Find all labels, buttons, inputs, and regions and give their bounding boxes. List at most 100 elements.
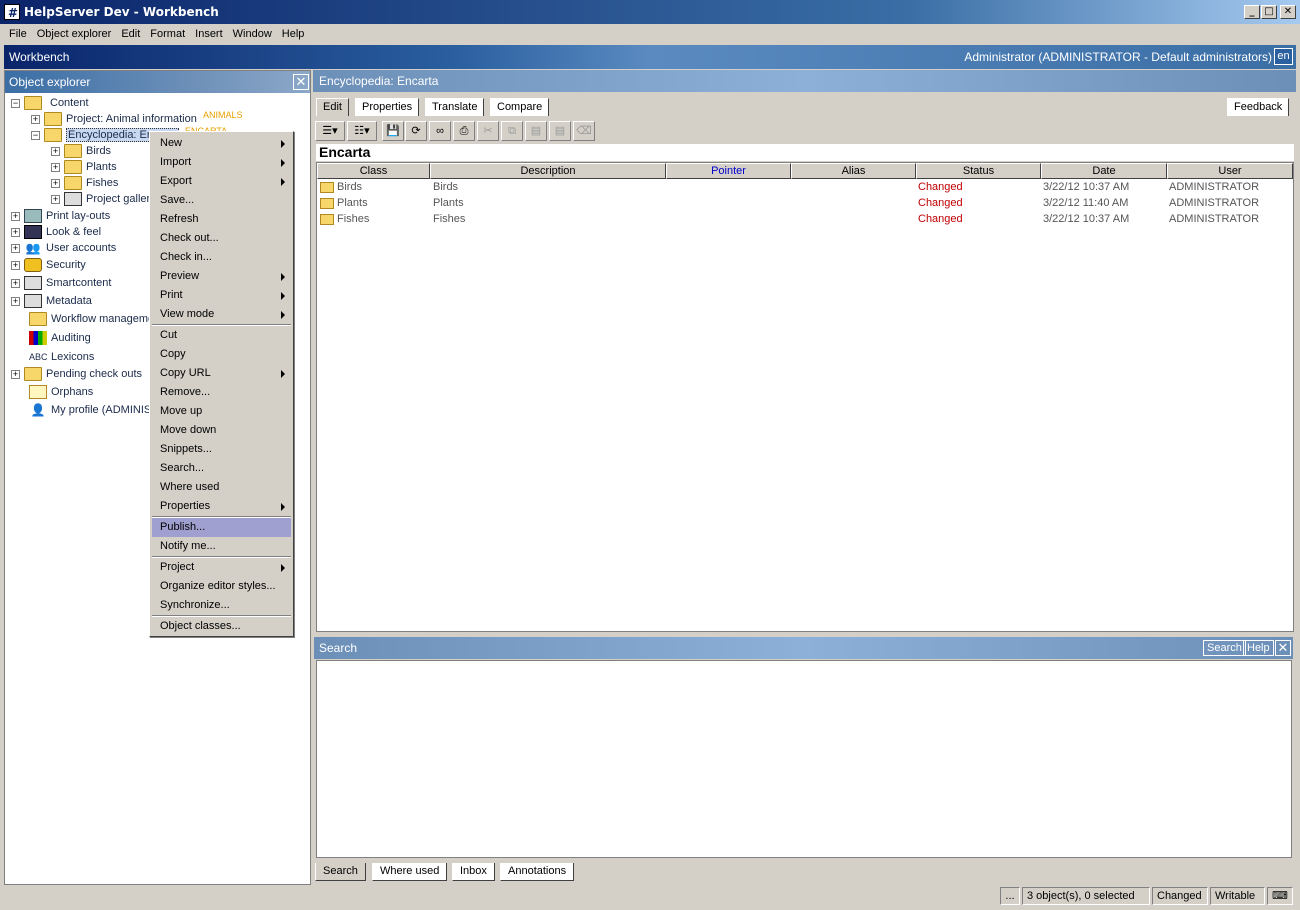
table-row-class[interactable]: Plants: [337, 195, 368, 211]
menu-item-print[interactable]: Print: [152, 286, 291, 305]
tab-compare[interactable]: Compare: [490, 98, 550, 116]
move-down-icon[interactable]: ▤: [549, 121, 571, 141]
copy-icon[interactable]: ⧉: [501, 121, 523, 141]
tree-node-metadata[interactable]: + Metadata: [11, 293, 92, 309]
table-row-class[interactable]: Fishes: [337, 211, 369, 227]
tree-node-look-feel[interactable]: + Look & feel: [11, 224, 101, 240]
menu-insert[interactable]: Insert: [190, 25, 228, 43]
feedback-button[interactable]: Feedback: [1227, 98, 1290, 116]
column-pointer[interactable]: Pointer: [666, 163, 791, 179]
bottom-tab-search[interactable]: Search: [315, 863, 366, 881]
menu-item-refresh[interactable]: Refresh: [152, 210, 291, 229]
menu-item-properties[interactable]: Properties: [152, 497, 291, 516]
bottom-tab-where-used[interactable]: Where used: [372, 863, 448, 881]
menu-item-move-up[interactable]: Move up: [152, 402, 291, 421]
menu-item-object-classes[interactable]: Object classes...: [152, 617, 291, 636]
expand-icon[interactable]: +: [11, 227, 20, 237]
table-row-class[interactable]: Birds: [337, 179, 362, 195]
column-class[interactable]: Class: [317, 163, 430, 179]
menu-item-save[interactable]: Save...: [152, 191, 291, 210]
save-icon[interactable]: 💾: [382, 121, 404, 141]
expand-icon[interactable]: +: [11, 243, 20, 253]
tree-node-smartcontent[interactable]: + Smartcontent: [11, 275, 111, 291]
language-button[interactable]: en: [1274, 48, 1293, 65]
expand-icon[interactable]: +: [51, 178, 60, 188]
expand-icon[interactable]: +: [11, 260, 20, 270]
menu-item-view-mode[interactable]: View mode: [152, 305, 291, 324]
search-results-area[interactable]: [316, 660, 1292, 858]
close-icon[interactable]: ✕: [293, 74, 309, 90]
bottom-tab-annotations[interactable]: Annotations: [500, 863, 575, 881]
tree-node-project-animal[interactable]: + Project: Animal information: [31, 111, 197, 127]
menu-item-publish[interactable]: Publish...: [152, 518, 291, 537]
search-button[interactable]: Search: [1203, 640, 1246, 656]
menu-item-move-down[interactable]: Move down: [152, 421, 291, 440]
delete-icon[interactable]: ⌫: [573, 121, 595, 141]
tree-node-birds[interactable]: + Birds: [51, 143, 111, 159]
move-up-icon[interactable]: ▤: [525, 121, 547, 141]
tree-node-lexicons[interactable]: ABC Lexicons: [29, 349, 94, 365]
menu-item-copy-url[interactable]: Copy URL: [152, 364, 291, 383]
menu-format[interactable]: Format: [145, 25, 190, 43]
menu-item-import[interactable]: Import: [152, 153, 291, 172]
tree-node-auditing[interactable]: Auditing: [29, 330, 91, 346]
expand-icon[interactable]: +: [11, 369, 20, 379]
preview-icon[interactable]: ∞: [429, 121, 451, 141]
menu-item-new[interactable]: New: [152, 134, 291, 153]
tree-node-project-gallery[interactable]: + Project gallery: [51, 191, 156, 207]
menu-edit[interactable]: Edit: [116, 25, 145, 43]
refresh-icon[interactable]: ⟳: [405, 121, 427, 141]
tab-translate[interactable]: Translate: [425, 98, 485, 116]
menu-item-snippets[interactable]: Snippets...: [152, 440, 291, 459]
tree-node-user-accounts[interactable]: + 👥 User accounts: [11, 240, 116, 256]
expand-icon[interactable]: +: [51, 146, 60, 156]
list-view-icon[interactable]: ☰▾: [315, 121, 345, 141]
column-description[interactable]: Description: [430, 163, 666, 179]
tab-properties[interactable]: Properties: [355, 98, 420, 116]
maximize-button[interactable]: □: [1261, 5, 1277, 19]
bottom-tab-inbox[interactable]: Inbox: [452, 863, 495, 881]
keyboard-icon[interactable]: ⌨: [1267, 887, 1293, 905]
outline-view-icon[interactable]: ☷▾: [347, 121, 377, 141]
collapse-icon[interactable]: −: [11, 98, 20, 108]
expand-icon[interactable]: +: [31, 114, 40, 124]
tab-edit[interactable]: Edit: [316, 98, 349, 116]
menu-item-project[interactable]: Project: [152, 558, 291, 577]
menu-item-check-out[interactable]: Check out...: [152, 229, 291, 248]
tree-node-orphans[interactable]: Orphans: [29, 384, 93, 400]
minimize-button[interactable]: _: [1244, 5, 1260, 19]
menu-file[interactable]: File: [4, 25, 32, 43]
tree-node-plants[interactable]: + Plants: [51, 159, 117, 175]
expand-icon[interactable]: +: [51, 162, 60, 172]
menu-item-search[interactable]: Search...: [152, 459, 291, 478]
tree-node-security[interactable]: + Security: [11, 257, 86, 273]
menu-item-copy[interactable]: Copy: [152, 345, 291, 364]
menu-item-export[interactable]: Export: [152, 172, 291, 191]
menu-item-remove[interactable]: Remove...: [152, 383, 291, 402]
menu-object-explorer[interactable]: Object explorer: [32, 25, 117, 43]
menu-item-check-in[interactable]: Check in...: [152, 248, 291, 267]
column-date[interactable]: Date: [1041, 163, 1167, 179]
menu-item-synchronize[interactable]: Synchronize...: [152, 596, 291, 615]
menu-help[interactable]: Help: [277, 25, 310, 43]
tree-node-print-layouts[interactable]: + Print lay-outs: [11, 208, 110, 224]
menu-item-organize-editor-styles[interactable]: Organize editor styles...: [152, 577, 291, 596]
tree-node-content[interactable]: − Content: [11, 95, 89, 111]
expand-icon[interactable]: +: [11, 296, 20, 306]
close-window-button[interactable]: ✕: [1280, 5, 1296, 19]
tree-node-fishes[interactable]: + Fishes: [51, 175, 118, 191]
menu-window[interactable]: Window: [228, 25, 277, 43]
help-button[interactable]: Help: [1243, 640, 1274, 656]
menu-item-notify-me[interactable]: Notify me...: [152, 537, 291, 556]
close-icon[interactable]: ✕: [1275, 640, 1291, 656]
expand-icon[interactable]: +: [51, 194, 60, 204]
column-status[interactable]: Status: [916, 163, 1041, 179]
tree-node-pending-checkouts[interactable]: + Pending check outs: [11, 366, 142, 382]
menu-item-cut[interactable]: Cut: [152, 326, 291, 345]
expand-icon[interactable]: +: [11, 211, 20, 221]
print-icon[interactable]: ⎙: [453, 121, 475, 141]
cut-icon[interactable]: ✂: [477, 121, 499, 141]
tree-node-workflow[interactable]: Workflow management: [29, 311, 163, 327]
menu-item-preview[interactable]: Preview: [152, 267, 291, 286]
column-alias[interactable]: Alias: [791, 163, 916, 179]
